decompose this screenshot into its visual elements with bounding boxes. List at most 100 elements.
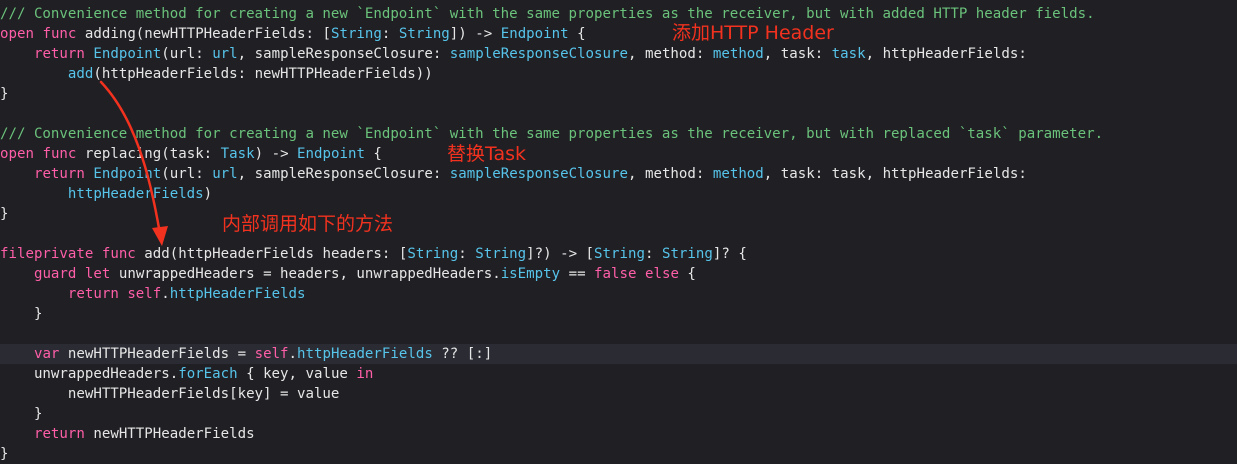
code-token: return: [67, 286, 119, 302]
code-line[interactable]: newHTTPHeaderFields[key] = value: [0, 384, 1237, 404]
code-token: func: [42, 26, 77, 42]
annotation-replace-task: 替换Task: [447, 143, 527, 165]
code-line[interactable]: open func replacing(task: Task) -> Endpo…: [0, 144, 1237, 164]
code-token: /// Convenience method for creating a ne…: [0, 126, 1104, 142]
code-token: , method:: [628, 166, 713, 182]
code-token: return: [33, 426, 85, 442]
code-token: newHTTPHeaderFields: [84, 426, 255, 442]
code-token: ): [203, 186, 213, 202]
current-code-line[interactable]: var newHTTPHeaderFields = self.httpHeade…: [0, 344, 1237, 364]
code-token: open: [0, 146, 34, 162]
code-token: url: [212, 166, 238, 182]
code-token: (url:: [161, 166, 213, 182]
code-line[interactable]: }: [0, 204, 1237, 224]
code-line[interactable]: [0, 104, 1237, 124]
code-line[interactable]: /// Convenience method for creating a ne…: [0, 124, 1237, 144]
code-token: url: [212, 46, 238, 62]
code-token: httpHeaderFields: [169, 286, 306, 302]
code-token: func: [42, 146, 77, 162]
annotation-internal-call: 内部调用如下的方法: [222, 213, 394, 235]
code-line[interactable]: /// Convenience method for creating a ne…: [0, 4, 1237, 24]
code-token: }: [0, 86, 9, 102]
code-token: ?? [:]: [432, 346, 493, 362]
code-token: in: [356, 366, 374, 382]
code-token: Task: [220, 146, 255, 162]
code-token: newHTTPHeaderFields[key] = value: [0, 386, 340, 402]
code-token: String: [661, 246, 713, 262]
code-line[interactable]: [0, 324, 1237, 344]
code-token: Endpoint: [93, 46, 162, 62]
code-line[interactable]: [0, 224, 1237, 244]
code-token: :: [458, 246, 476, 262]
code-token: ]? {: [712, 246, 747, 262]
code-line[interactable]: }: [0, 404, 1237, 424]
code-token: return: [33, 166, 85, 182]
code-token: let: [84, 266, 111, 282]
code-line[interactable]: return self.httpHeaderFields: [0, 284, 1237, 304]
code-token: sampleResponseClosure: [449, 166, 628, 182]
code-token: var: [33, 346, 60, 362]
code-token: forEach: [178, 366, 238, 382]
code-token: (httpHeaderFields: newHTTPHeaderFields)): [93, 66, 433, 82]
code-token: else: [644, 266, 679, 282]
code-token: String: [475, 246, 527, 262]
code-line[interactable]: httpHeaderFields): [0, 184, 1237, 204]
code-token: isEmpty: [500, 266, 561, 282]
code-token: open: [0, 26, 34, 42]
code-token: {: [364, 146, 382, 162]
code-line[interactable]: }: [0, 304, 1237, 324]
annotation-add-header: 添加HTTP Header: [672, 22, 834, 44]
code-line[interactable]: add(httpHeaderFields: newHTTPHeaderField…: [0, 64, 1237, 84]
code-token: Endpoint: [297, 146, 365, 162]
code-line[interactable]: }: [0, 444, 1237, 464]
code-token: func: [101, 246, 136, 262]
code-token: Endpoint: [93, 166, 162, 182]
code-token: {: [568, 26, 586, 42]
code-line[interactable]: fileprivate func add(httpHeaderFields he…: [0, 244, 1237, 264]
code-token: }: [0, 306, 43, 322]
code-line[interactable]: open func adding(newHTTPHeaderFields: [S…: [0, 24, 1237, 44]
code-token: .: [288, 346, 298, 362]
code-line[interactable]: return Endpoint(url: url, sampleResponse…: [0, 164, 1237, 184]
code-line[interactable]: return newHTTPHeaderFields: [0, 424, 1237, 444]
code-line[interactable]: return Endpoint(url: url, sampleResponse…: [0, 44, 1237, 64]
code-line[interactable]: guard let unwrappedHeaders = headers, un…: [0, 264, 1237, 284]
code-token: , method:: [628, 46, 713, 62]
code-token: , task:: [763, 46, 832, 62]
code-token: replacing(task:: [76, 146, 221, 162]
code-token: ]) ->: [449, 26, 501, 42]
code-token: unwrappedHeaders = headers, unwrappedHea…: [110, 266, 501, 282]
code-token: ==: [560, 266, 595, 282]
code-token: ]?) -> [: [526, 246, 595, 262]
code-token: , task: task, httpHeaderFields:: [763, 166, 1027, 182]
code-token: }: [0, 206, 9, 222]
code-token: , sampleResponseClosure:: [237, 166, 450, 182]
code-editor[interactable]: /// Convenience method for creating a ne…: [0, 0, 1237, 464]
code-token: sampleResponseClosure: [449, 46, 628, 62]
code-token: Endpoint: [500, 26, 569, 42]
code-token: { key, value: [237, 366, 357, 382]
code-token: ) ->: [254, 146, 298, 162]
code-token: method: [712, 46, 764, 62]
code-token: self: [254, 346, 289, 362]
code-token: task: [831, 46, 866, 62]
code-token: {: [678, 266, 696, 282]
code-token: return: [33, 46, 85, 62]
code-token: :: [381, 26, 399, 42]
code-token: String: [594, 246, 645, 262]
code-token: :: [644, 246, 662, 262]
code-token: self: [127, 286, 162, 302]
code-token: method: [712, 166, 764, 182]
code-token: String: [330, 26, 382, 42]
code-line[interactable]: unwrappedHeaders.forEach { key, value in: [0, 364, 1237, 384]
code-token: String: [398, 26, 450, 42]
code-line[interactable]: }: [0, 84, 1237, 104]
